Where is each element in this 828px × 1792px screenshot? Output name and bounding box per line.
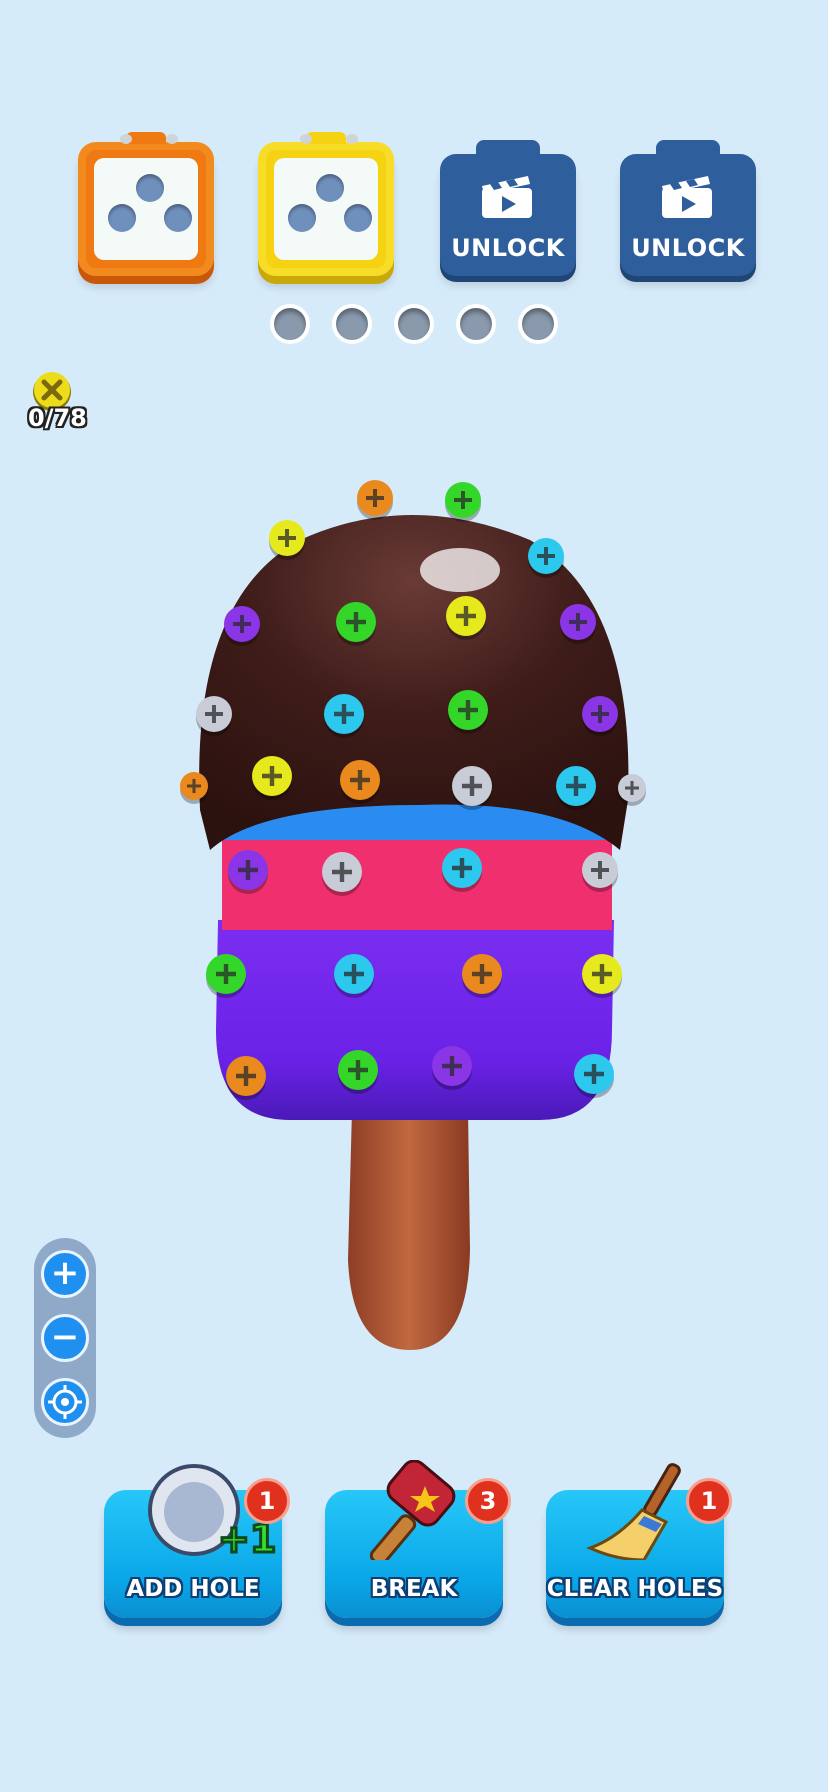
zoom-out-button[interactable]: − [41,1314,89,1362]
popsicle-pink-band [222,830,612,930]
booster-count-badge: 3 [465,1478,511,1524]
popsicle-scene[interactable] [0,470,828,1370]
green-screw[interactable] [448,690,488,734]
yellow-screw[interactable] [446,596,486,640]
gray-screw[interactable] [618,774,646,806]
cyan-screw[interactable] [528,538,564,578]
orange-screw[interactable] [340,760,380,804]
video-clapper-icon [482,176,532,218]
purple-screw[interactable] [582,696,618,736]
cyan-screw[interactable] [556,766,596,810]
break-button[interactable]: 3 BREAK [325,1460,511,1618]
booster-count-badge: 1 [686,1478,732,1524]
popsicle-purple-band [216,920,614,1120]
unlock-box-button[interactable]: UNLOCK [620,140,756,276]
add-hole-button[interactable]: +1 1 ADD HOLE [104,1464,290,1618]
yellow-screw[interactable] [582,954,622,998]
clear-holes-button[interactable]: 1 CLEAR HOLES [546,1463,732,1618]
unlock-box-button[interactable]: UNLOCK [440,140,576,276]
gray-screw[interactable] [322,852,362,896]
purple-screw[interactable] [224,606,260,646]
orange-screw[interactable] [462,954,502,998]
unlock-label: UNLOCK [631,234,745,262]
orange-screw[interactable] [180,772,208,804]
box-knob [166,134,178,144]
purple-screw[interactable] [432,1046,472,1090]
gray-screw[interactable] [582,852,618,892]
box-slot-area [94,158,198,260]
empty-slot [316,174,344,202]
empty-slot [108,204,136,232]
box-tab [656,140,720,160]
yellow-screw[interactable] [252,756,292,800]
target-icon [48,1385,82,1419]
box-knob [346,134,358,144]
green-screw[interactable] [336,602,376,646]
zoom-in-button[interactable]: + [41,1250,89,1298]
orange-screw[interactable] [226,1056,266,1100]
progress-dot [332,304,372,344]
green-screw[interactable] [338,1050,378,1094]
box-handle [126,132,166,144]
recenter-button[interactable] [41,1378,89,1426]
booster-label: ADD HOLE [126,1576,260,1602]
progress-dot [518,304,558,344]
gray-screw[interactable] [196,696,232,736]
booster-label: BREAK [370,1576,458,1602]
zoom-controls: + − [34,1238,96,1438]
cyan-screw[interactable] [574,1054,614,1098]
progress-dot [456,304,496,344]
yellow-screw[interactable] [269,520,305,560]
unlock-label: UNLOCK [451,234,565,262]
screw-box-yellow [258,132,394,276]
box-slot-area [274,158,378,260]
cyan-screw[interactable] [442,848,482,892]
shine-highlight [420,548,500,592]
screw-box-orange [78,132,214,276]
video-clapper-icon [662,176,712,218]
gray-screw[interactable] [452,766,492,810]
empty-slot [344,204,372,232]
orange-screw[interactable] [357,480,393,520]
purple-screw[interactable] [228,850,268,894]
box-knob [300,134,312,144]
empty-slot [164,204,192,232]
purple-screw[interactable] [560,604,596,644]
cyan-screw[interactable] [334,954,374,998]
booster-count-badge: 1 [244,1478,290,1524]
box-knob [120,134,132,144]
progress-dot [394,304,434,344]
booster-label: CLEAR HOLES [546,1576,724,1602]
empty-slot [136,174,164,202]
screw-counter: 0/78 [28,404,87,432]
green-screw[interactable] [445,482,481,522]
cyan-screw[interactable] [324,694,364,738]
box-tab [476,140,540,160]
box-handle [306,132,346,144]
progress-dot [270,304,310,344]
empty-slot [288,204,316,232]
green-screw[interactable] [206,954,246,998]
